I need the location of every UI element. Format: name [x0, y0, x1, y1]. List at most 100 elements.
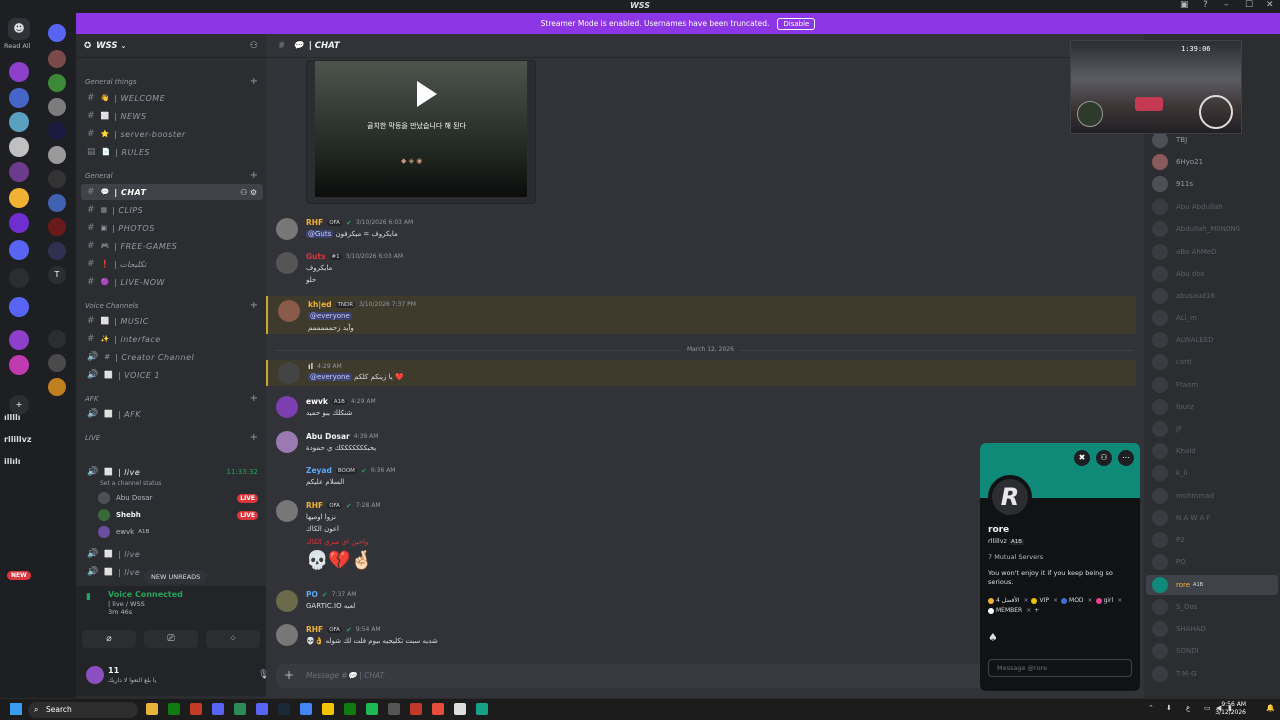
avatar[interactable] — [276, 431, 298, 453]
member-item[interactable]: carti — [1152, 352, 1192, 372]
channel-rules[interactable]: ▤ 📄 | RULES — [81, 144, 263, 160]
channel-live-2[interactable]: 🔊 ⬜ | live — [81, 546, 263, 562]
message-author[interactable]: Zeyad — [306, 466, 332, 475]
avatar[interactable] — [276, 252, 298, 274]
server-icon[interactable] — [48, 122, 66, 140]
voice-connected-title[interactable]: Voice Connected — [108, 590, 183, 599]
channel-photos[interactable]: # ▣ | PHOTOS — [81, 220, 263, 236]
channel-welcome[interactable]: # 👋 | WELCOME — [81, 90, 263, 106]
member-item[interactable]: ALWALEED — [1152, 330, 1214, 350]
profile-avatar[interactable]: R — [988, 475, 1032, 519]
server-icon[interactable] — [9, 188, 29, 208]
role-pill[interactable]: الأفضل 4 × — [988, 597, 1028, 604]
member-item[interactable]: Ftaom — [1152, 375, 1198, 395]
server-icon[interactable] — [9, 112, 29, 132]
close-button[interactable]: ✕ — [1266, 0, 1274, 10]
remove-role-icon[interactable]: × — [1053, 597, 1058, 604]
channel-chat[interactable]: # 💬 | CHAT ⚇ ⚙ — [81, 184, 263, 200]
more-icon[interactable]: ⋯ — [1118, 450, 1134, 466]
member-item[interactable]: Abu dos — [1152, 264, 1204, 284]
server-icon[interactable] — [48, 170, 66, 188]
video-embed[interactable]: 골치한 막등을 만났습니다 해 된다 ◆ ◈ ◉ — [306, 60, 536, 204]
tray-overflow-icon[interactable]: ⌃ — [1148, 704, 1154, 712]
avatar[interactable] — [276, 590, 298, 612]
member-item[interactable]: Abu Abdullah — [1152, 197, 1223, 217]
message-author[interactable]: kh|ed — [308, 300, 332, 309]
folder-icon[interactable] — [9, 297, 29, 317]
remove-role-icon[interactable]: × — [1026, 607, 1031, 614]
playstation-icon[interactable]: ♠ — [988, 631, 998, 644]
signal-icon[interactable]: ▮ — [86, 592, 91, 602]
avatar[interactable] — [276, 624, 298, 646]
category-general-things[interactable]: General things — [85, 78, 136, 86]
category-afk[interactable]: AFK — [85, 395, 98, 403]
add-role-button[interactable]: + — [1034, 607, 1039, 614]
server-icon[interactable] — [48, 194, 66, 212]
mention[interactable]: @everyone — [308, 373, 352, 381]
app-icon[interactable] — [410, 703, 422, 715]
activities-button[interactable]: ⁘ — [206, 630, 260, 648]
app-icon[interactable] — [432, 703, 444, 715]
message[interactable]: RHF OFA ✔ 3/10/2026 6:03 AM @Guts مايكرو… — [266, 216, 1136, 246]
message-author[interactable]: ıl — [308, 362, 313, 371]
channel-creator[interactable]: 🔊 # | Creator Channel — [81, 349, 263, 365]
maximize-button[interactable]: ☐ — [1245, 0, 1253, 10]
avatar[interactable] — [276, 218, 298, 240]
guild-header[interactable]: ✪ WSS ⌄ ⚇ — [76, 34, 266, 58]
member-item[interactable]: fourz — [1152, 397, 1194, 417]
channel-settings-icon[interactable]: ⚇ ⚙ — [240, 188, 257, 197]
new-unreads-pill[interactable]: NEW UNREADS — [144, 570, 208, 584]
member-item[interactable]: N A W A F — [1152, 508, 1211, 528]
message-author[interactable]: RHF — [306, 501, 323, 510]
voice-user[interactable]: Abu Dosar — [98, 490, 152, 506]
play-icon[interactable] — [417, 81, 437, 107]
member-item[interactable]: 6Hyo21 — [1152, 152, 1203, 172]
xbox-icon[interactable] — [168, 703, 180, 715]
folder-icon[interactable] — [48, 24, 66, 42]
brave-icon[interactable] — [190, 703, 202, 715]
folder-icon[interactable] — [9, 240, 29, 260]
video-thumbnail[interactable]: 골치한 막등을 만났습니다 해 된다 ◆ ◈ ◉ — [315, 61, 527, 197]
category-general[interactable]: General — [85, 172, 113, 180]
channel-status[interactable]: Set a channel status — [100, 480, 161, 487]
steam-icon[interactable] — [278, 703, 290, 715]
avatar[interactable] — [278, 362, 300, 384]
close-icon[interactable]: ✖ — [1074, 450, 1090, 466]
member-item[interactable]: abusaud16 — [1152, 286, 1215, 306]
member-item[interactable]: S_Oos — [1152, 597, 1197, 617]
category-voice-channels[interactable]: Voice Channels — [85, 302, 138, 310]
server-icon[interactable] — [48, 354, 66, 372]
profile-message-input[interactable]: Message @rore — [988, 659, 1132, 677]
message-author[interactable]: RHF — [306, 218, 323, 227]
member-item[interactable]: aBo AhMeD — [1152, 242, 1217, 262]
message-mention[interactable]: kh|ed TNDR 3/10/2026 7:37 PM @everyone و… — [266, 296, 1136, 334]
channel-voice-1[interactable]: 🔊 ⬜ | VOICE 1 — [81, 367, 263, 383]
taskbar-clock[interactable]: 9:56 AM 3/12/2026 — [1215, 701, 1246, 717]
server-icon[interactable] — [9, 162, 29, 182]
discord-icon[interactable] — [256, 703, 268, 715]
remove-role-icon[interactable]: × — [1023, 597, 1028, 604]
server-icon[interactable]: T — [48, 266, 66, 284]
avatar[interactable] — [278, 300, 300, 322]
message[interactable]: ewvk A1B 4:29 AM شنكلك يبو حميد — [266, 394, 1136, 424]
message-author[interactable]: RHF — [306, 625, 323, 634]
role-pill[interactable]: MOD × — [1061, 597, 1093, 604]
server-icon[interactable] — [48, 50, 66, 68]
language-icon[interactable]: ع — [1186, 704, 1190, 712]
avatar[interactable] — [86, 666, 104, 684]
message-author[interactable]: ewvk — [306, 397, 328, 406]
server-icon[interactable] — [9, 88, 29, 108]
stream-preview-overlay[interactable]: 1:39:06 — [1070, 40, 1242, 134]
member-item-rore[interactable]: rore A1B — [1146, 575, 1278, 595]
role-pill[interactable]: girl × — [1095, 597, 1122, 604]
message-author[interactable]: PO — [306, 590, 318, 599]
channel-free-games[interactable]: # 🎮 | FREE-GAMES — [81, 238, 263, 254]
message[interactable]: Guts #1 3/10/2026 6:03 AM مايكروف حلو — [266, 250, 1136, 288]
avatar[interactable] — [276, 396, 298, 418]
member-item[interactable]: mohmmad — [1152, 486, 1214, 506]
file-explorer-icon[interactable] — [146, 703, 158, 715]
role-pill[interactable]: MEMBER × — [988, 607, 1031, 614]
message-author[interactable]: Abu Dosar — [306, 432, 350, 441]
server-icon[interactable] — [48, 74, 66, 92]
add-channel-icon[interactable]: + — [250, 170, 258, 181]
